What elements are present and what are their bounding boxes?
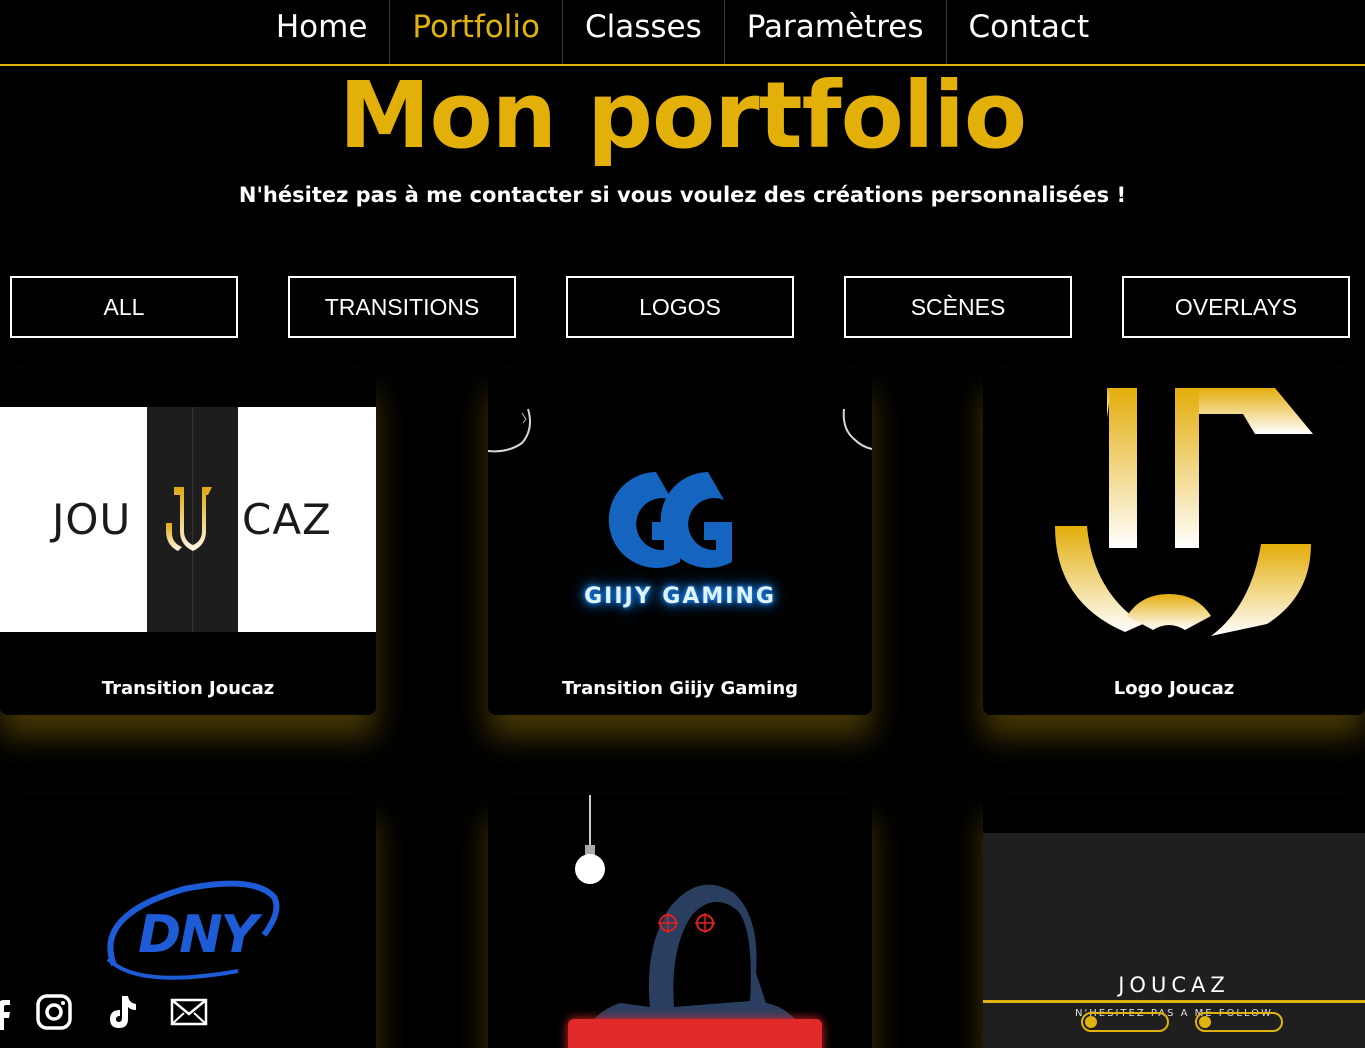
nav-portfolio[interactable]: Portfolio (389, 0, 562, 64)
overlay-progress-fill (1199, 1016, 1211, 1028)
thumbnail-text: DNY (138, 905, 258, 965)
card-title: Transition Giijy Gaming (561, 678, 799, 699)
thumbnail-text: GIIJY GAMING (584, 584, 776, 609)
thumbnail-text-left: JOU (52, 495, 132, 544)
lightning-corner-icon (842, 408, 872, 450)
overlay-progress-bar (1081, 1012, 1169, 1032)
nav-contact[interactable]: Contact (945, 0, 1112, 64)
lightning-corner-icon (488, 408, 531, 453)
portfolio-card-logo-joucaz[interactable]: Logo Joucaz (983, 370, 1365, 715)
page-subtitle: N'hésitez pas à me contacter si vous vou… (238, 183, 1127, 207)
overlay-progress-fill (1085, 1016, 1097, 1028)
mail-icon[interactable] (169, 992, 209, 1032)
filter-all-button[interactable]: ALL (10, 276, 238, 338)
tiktok-icon[interactable] (102, 992, 142, 1032)
gg-logo-icon (608, 472, 732, 568)
overlay-panel: JOUCAZ N'HESITEZ PAS A ME FOLLOW (983, 833, 1365, 1048)
top-nav: Home Portfolio Classes Paramètres Contac… (0, 0, 1365, 66)
filter-logos-button[interactable]: LOGOS (566, 276, 794, 338)
instagram-icon[interactable] (34, 992, 74, 1032)
portfolio-card-hacker[interactable] (488, 795, 872, 1048)
thumbnail-text-right: CAZ (242, 495, 332, 544)
overlay-divider (983, 1000, 1365, 1003)
overlay-name: JOUCAZ (1118, 973, 1230, 997)
overlay-progress-bar (1195, 1012, 1283, 1032)
nav-home[interactable]: Home (254, 0, 390, 64)
nav-parametres[interactable]: Paramètres (723, 0, 946, 64)
overlay-subtitle: N'HESITEZ PAS A ME FOLLOW (1075, 1008, 1273, 1019)
filter-overlays-button[interactable]: OVERLAYS (1122, 276, 1350, 338)
card-title: Transition Joucaz (101, 678, 275, 699)
facebook-icon[interactable] (0, 992, 24, 1032)
filter-scenes-button[interactable]: SCÈNES (844, 276, 1072, 338)
card-thumbnail: JOU CAZ (0, 407, 376, 632)
page-title: Mon portfolio (338, 62, 1027, 169)
portfolio-card-overlay[interactable]: JOUCAZ N'HESITEZ PAS A ME FOLLOW (983, 795, 1365, 1048)
portfolio-card-transition-giijy[interactable]: GIIJY GAMING Transition Giijy Gaming (488, 370, 872, 715)
jc-logo-icon (166, 487, 212, 551)
jc-logo-icon (1055, 388, 1313, 636)
filter-transitions-button[interactable]: TRANSITIONS (288, 276, 516, 338)
card-title: Logo Joucaz (1113, 678, 1235, 699)
nav-classes[interactable]: Classes (561, 0, 724, 64)
laptop-lid (568, 1019, 822, 1048)
portfolio-card-transition-joucaz[interactable]: JOU CAZ Transition Joucaz (0, 370, 376, 715)
